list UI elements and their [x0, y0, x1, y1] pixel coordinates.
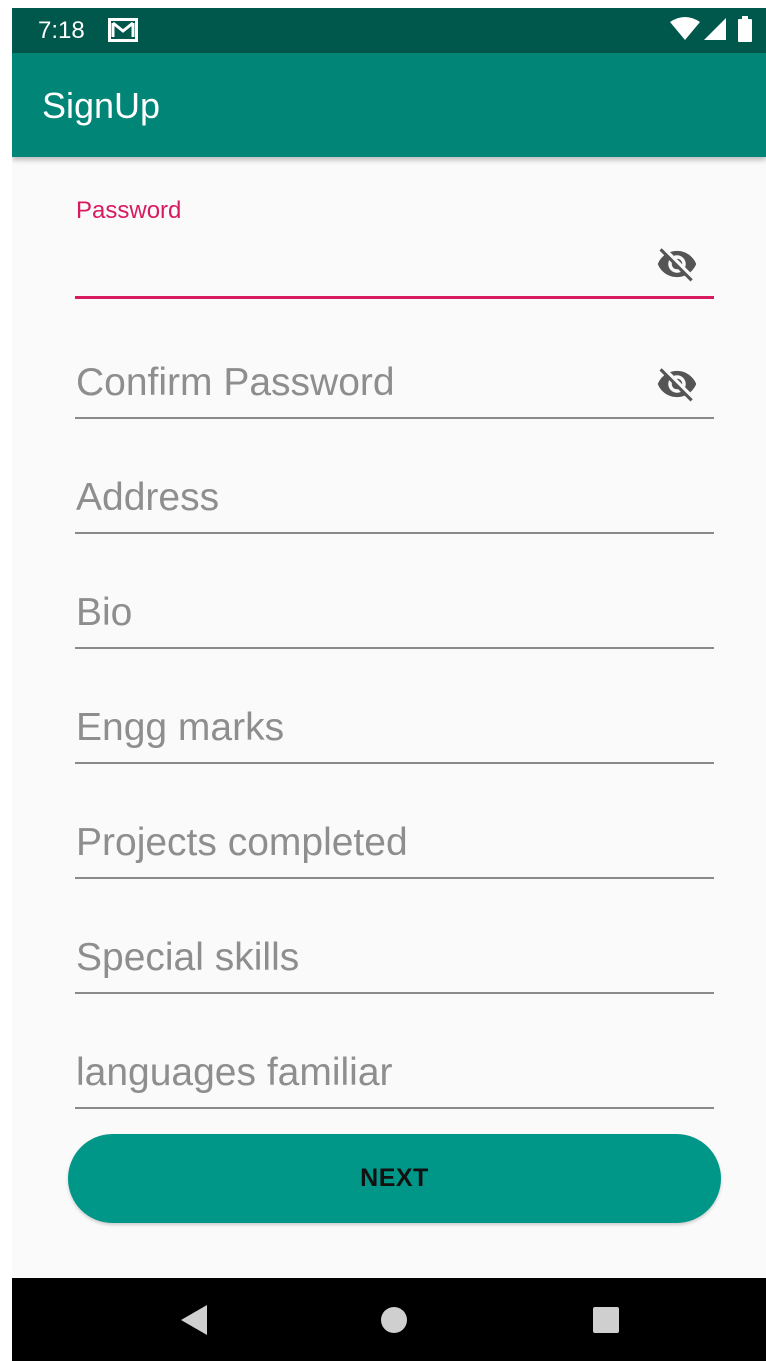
password-field[interactable]: Password: [75, 197, 714, 299]
signal-icon: [704, 17, 726, 46]
back-icon[interactable]: [170, 1296, 218, 1344]
bio-underline: [75, 647, 714, 649]
address-field[interactable]: Address: [75, 454, 714, 534]
projects-completed-placeholder: Projects completed: [76, 821, 408, 864]
home-icon[interactable]: [370, 1296, 418, 1344]
projects-completed-field[interactable]: Projects completed: [75, 799, 714, 879]
visibility-off-icon[interactable]: [656, 243, 698, 285]
special-skills-field[interactable]: Special skills: [75, 914, 714, 994]
languages-familiar-placeholder: languages familiar: [76, 1051, 393, 1094]
password-underline: [75, 296, 714, 299]
confirm-password-field[interactable]: Confirm Password: [75, 339, 714, 419]
password-floating-label: Password: [76, 197, 182, 224]
special-skills-underline: [75, 992, 714, 994]
special-skills-placeholder: Special skills: [76, 936, 300, 979]
languages-familiar-field[interactable]: languages familiar: [75, 1029, 714, 1109]
visibility-off-icon[interactable]: [656, 363, 698, 405]
status-icons: [670, 15, 752, 47]
next-button[interactable]: NEXT: [68, 1134, 721, 1223]
status-bar: 7:18: [12, 8, 766, 53]
engg-marks-field[interactable]: Engg marks: [75, 684, 714, 764]
signup-form: Password Confirm Password Address Bio En…: [12, 157, 766, 1278]
bio-placeholder: Bio: [76, 591, 133, 634]
device-screen: 7:18 SignUp Password Confirm Password Ad…: [12, 8, 766, 1361]
navigation-bar: [12, 1278, 766, 1361]
battery-icon: [738, 15, 752, 47]
projects-completed-underline: [75, 877, 714, 879]
address-underline: [75, 532, 714, 534]
confirm-password-placeholder: Confirm Password: [76, 361, 395, 404]
gmail-icon: [108, 18, 138, 42]
engg-marks-underline: [75, 762, 714, 764]
page-title: SignUp: [42, 85, 161, 126]
languages-familiar-underline: [75, 1107, 714, 1109]
status-time: 7:18: [38, 17, 85, 44]
recents-icon[interactable]: [582, 1296, 630, 1344]
app-bar: SignUp: [12, 53, 766, 157]
bio-field[interactable]: Bio: [75, 569, 714, 649]
wifi-icon: [670, 16, 700, 46]
confirm-password-underline: [75, 417, 714, 419]
engg-marks-placeholder: Engg marks: [76, 706, 285, 749]
address-placeholder: Address: [76, 476, 220, 519]
